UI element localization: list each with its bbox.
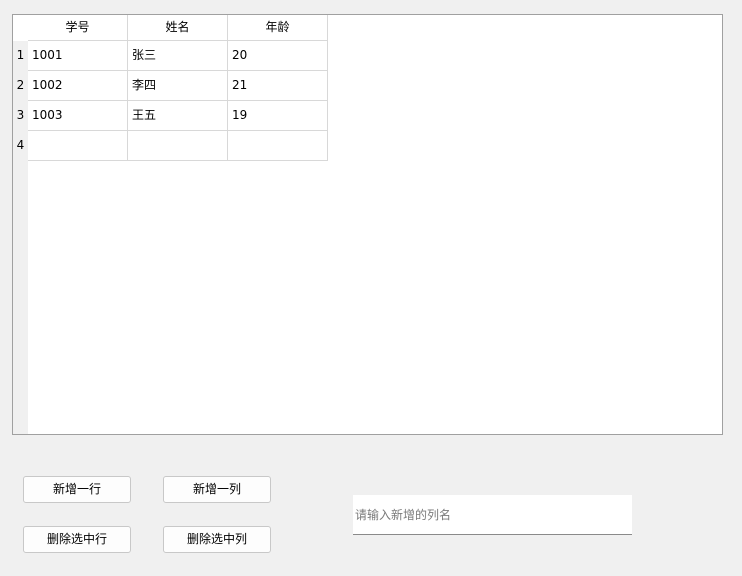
table-cell[interactable]	[128, 131, 228, 161]
delete-selected-column-button[interactable]: 删除选中列	[163, 526, 271, 553]
data-table[interactable]: 学号 姓名 年龄 1 2 3 4 1001 张三 20 1002 李四 21 1…	[12, 14, 723, 435]
add-column-button[interactable]: 新增一列	[163, 476, 271, 503]
column-header-2[interactable]: 姓名	[128, 15, 228, 41]
table-cell[interactable]: 张三	[128, 41, 228, 71]
table-cell[interactable]: 1003	[28, 101, 128, 131]
delete-selected-row-button[interactable]: 删除选中行	[23, 526, 131, 553]
table-corner[interactable]	[13, 15, 28, 41]
new-column-name-input[interactable]	[353, 495, 632, 535]
column-header-1[interactable]: 学号	[28, 15, 128, 41]
table-cell[interactable]: 19	[228, 101, 328, 131]
table-cell[interactable]: 1002	[28, 71, 128, 101]
row-header-3[interactable]: 3	[13, 101, 28, 130]
row-header-4[interactable]: 4	[13, 131, 28, 160]
table-cell[interactable]: 王五	[128, 101, 228, 131]
table-cell[interactable]: 21	[228, 71, 328, 101]
table-cell[interactable]: 1001	[28, 41, 128, 71]
column-header-3[interactable]: 年龄	[228, 15, 328, 41]
table-cell[interactable]	[28, 131, 128, 161]
add-row-button[interactable]: 新增一行	[23, 476, 131, 503]
table-cell[interactable]: 20	[228, 41, 328, 71]
row-header-1[interactable]: 1	[13, 41, 28, 70]
table-cell[interactable]	[228, 131, 328, 161]
table-cell[interactable]: 李四	[128, 71, 228, 101]
row-header-2[interactable]: 2	[13, 71, 28, 100]
